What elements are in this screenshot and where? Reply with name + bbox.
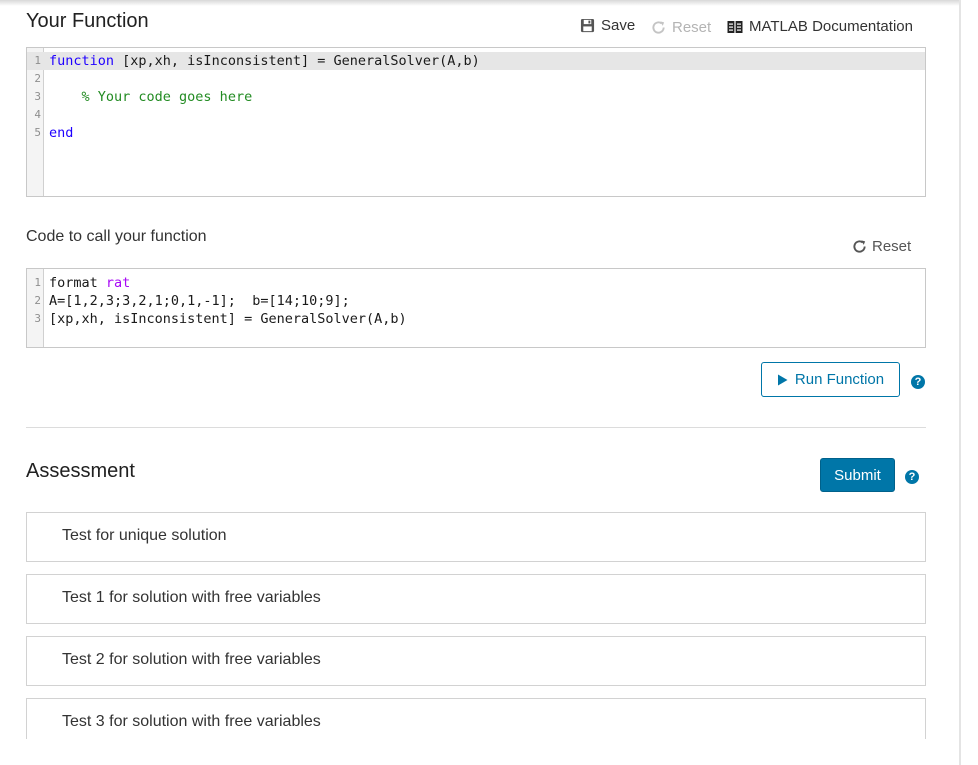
assessment-test-label: Test 2 for solution with free variables (62, 651, 321, 668)
code-line[interactable]: 1 format rat (27, 274, 925, 292)
code-line[interactable]: 1 function [xp,xh, isInconsistent] = Gene… (27, 52, 925, 70)
code-token: [xp,xh, isInconsistent] = GeneralSolver(… (114, 53, 480, 69)
top-shadow (0, 0, 960, 6)
assessment-test-label: Test for unique solution (62, 527, 227, 544)
run-function-label: Run Function (794, 371, 885, 388)
code-text: A=[1,2,3;3,2,1;0,1,-1]; b=[14;10;9]; (49, 292, 350, 310)
play-icon (777, 374, 788, 385)
line-number: 1 (34, 54, 41, 67)
book-icon (727, 20, 743, 33)
code-text: [xp,xh, isInconsistent] = GeneralSolver(… (49, 310, 407, 328)
line-number: 1 (34, 276, 41, 289)
submit-help-icon[interactable]: ? (905, 470, 919, 484)
code-text: end (49, 124, 73, 142)
line-number: 3 (34, 312, 41, 325)
reset-label: Reset (872, 238, 912, 255)
section-divider (26, 427, 926, 428)
documentation-label: MATLAB Documentation (749, 18, 913, 35)
page: Your Function Save Reset MATLAB Document… (0, 0, 978, 765)
line-number: 2 (34, 294, 41, 307)
keyword-token: end (49, 125, 74, 141)
reset-icon (853, 240, 866, 253)
code-line[interactable]: 3 % Your code goes here (27, 88, 925, 106)
reset-call-code-button[interactable]: Reset (852, 238, 911, 255)
function-code-editor[interactable]: 1 function [xp,xh, isInconsistent] = Gene… (26, 47, 926, 197)
assessment-test-item[interactable]: Test 1 for solution with free variables (26, 574, 926, 624)
code-line[interactable]: 4 (27, 106, 925, 124)
code-token: [xp,xh, isInconsistent] = GeneralSolver(… (49, 311, 407, 327)
string-token: rat (105, 275, 131, 291)
assessment-test-label: Test 1 for solution with free variables (62, 589, 321, 606)
save-icon (580, 18, 595, 33)
reset-function-button[interactable]: Reset (651, 19, 711, 36)
assessment-test-item[interactable]: Test for unique solution (26, 512, 926, 562)
comment-token: % Your code goes here (81, 89, 253, 105)
bottom-fade (0, 739, 959, 765)
code-line[interactable]: 2 (27, 70, 925, 88)
code-text: % Your code goes here (49, 88, 253, 106)
line-number: 2 (34, 72, 41, 85)
assessment-test-item[interactable]: Test 2 for solution with free variables (26, 636, 926, 686)
save-label: Save (601, 17, 636, 34)
reset-label: Reset (672, 19, 712, 36)
call-section-title: Code to call your function (26, 228, 207, 245)
line-number: 5 (34, 126, 41, 139)
matlab-documentation-link[interactable]: MATLAB Documentation (727, 18, 913, 35)
call-code-editor[interactable]: 1 format rat 2 A=[1,2,3;3,2,1;0,1,-1]; b=[1… (26, 268, 926, 348)
code-text: format rat (49, 274, 130, 292)
code-line[interactable]: 3 [xp,xh, isInconsistent] = GeneralSolver… (27, 310, 925, 328)
line-number: 4 (34, 108, 41, 121)
function-section-title: Your Function (26, 10, 149, 32)
code-token: format (49, 275, 106, 291)
run-function-button[interactable]: Run Function (761, 362, 900, 397)
assessment-test-label: Test 3 for solution with free variables (62, 713, 321, 730)
assessment-title: Assessment (26, 460, 135, 482)
submit-button[interactable]: Submit (820, 458, 895, 492)
code-line[interactable]: 2 A=[1,2,3;3,2,1;0,1,-1]; b=[14;10;9]; (27, 292, 925, 310)
code-line[interactable]: 5 end (27, 124, 925, 142)
keyword-token: function (49, 53, 115, 69)
scroll-rail (959, 0, 961, 765)
line-number: 3 (34, 90, 41, 103)
reset-icon (652, 21, 665, 34)
save-button[interactable]: Save (580, 17, 635, 34)
code-text: function [xp,xh, isInconsistent] = Gener… (49, 52, 480, 70)
code-token: A=[1,2,3;3,2,1;0,1,-1]; b=[14;10;9]; (49, 293, 350, 309)
run-help-icon[interactable]: ? (911, 375, 925, 389)
